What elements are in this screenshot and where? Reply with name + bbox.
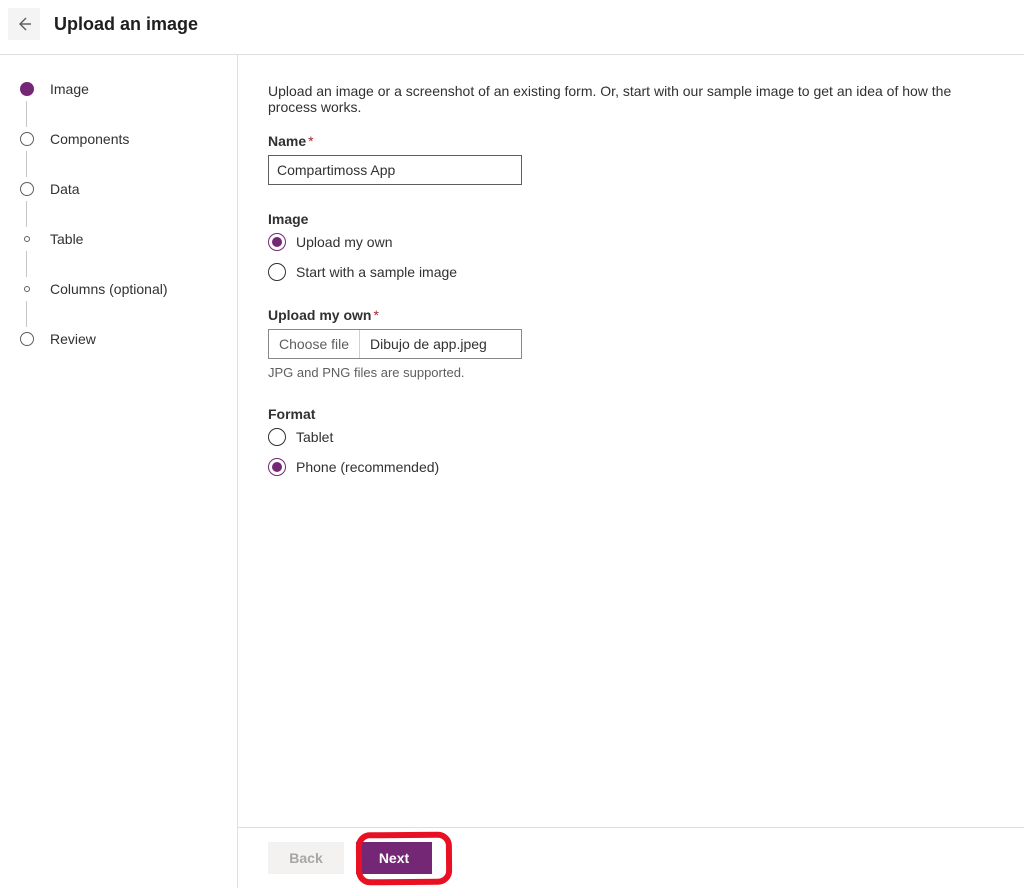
step-marker-icon xyxy=(20,132,34,146)
radio-tablet[interactable]: Tablet xyxy=(268,428,994,446)
page-header: Upload an image xyxy=(0,0,1024,55)
format-section: Format Tablet Phone (recommended) xyxy=(268,406,994,476)
file-picker[interactable]: Choose file Dibujo de app.jpeg xyxy=(268,329,522,359)
radio-label: Start with a sample image xyxy=(296,264,457,280)
name-label-text: Name xyxy=(268,133,306,149)
name-label: Name* xyxy=(268,133,994,149)
radio-phone[interactable]: Phone (recommended) xyxy=(268,458,994,476)
step-marker-icon xyxy=(24,236,30,242)
step-connector xyxy=(26,101,27,127)
upload-label: Upload my own* xyxy=(268,307,994,323)
image-section: Image Upload my own Start with a sample … xyxy=(268,211,994,281)
step-connector xyxy=(26,151,27,177)
step-connector xyxy=(26,251,27,277)
upload-helper-text: JPG and PNG files are supported. xyxy=(268,365,994,380)
wizard-steps: Image Components Data Table Columns (opt… xyxy=(0,55,238,888)
radio-upload-own[interactable]: Upload my own xyxy=(268,233,994,251)
required-marker: * xyxy=(373,307,378,323)
step-marker-icon xyxy=(20,82,34,96)
step-connector xyxy=(26,201,27,227)
step-label: Data xyxy=(50,181,80,197)
upload-section: Upload my own* Choose file Dibujo de app… xyxy=(268,307,994,380)
radio-icon xyxy=(268,263,286,281)
back-button[interactable]: Back xyxy=(268,842,344,874)
step-marker-icon xyxy=(20,182,34,196)
radio-label: Upload my own xyxy=(296,234,393,250)
radio-icon xyxy=(268,233,286,251)
step-marker-icon xyxy=(24,286,30,292)
next-button[interactable]: Next xyxy=(356,842,432,874)
page-body: Image Components Data Table Columns (opt… xyxy=(0,55,1024,888)
intro-text: Upload an image or a screenshot of an ex… xyxy=(268,83,994,115)
selected-file-name: Dibujo de app.jpeg xyxy=(360,330,497,358)
radio-label: Phone (recommended) xyxy=(296,459,439,475)
name-section: Name* xyxy=(268,133,994,185)
step-label: Columns (optional) xyxy=(50,281,168,297)
radio-icon xyxy=(268,428,286,446)
step-marker-icon xyxy=(20,332,34,346)
step-image[interactable]: Image xyxy=(20,81,237,97)
choose-file-button[interactable]: Choose file xyxy=(269,330,360,358)
upload-label-text: Upload my own xyxy=(268,307,371,323)
step-components[interactable]: Components xyxy=(20,131,237,147)
step-connector xyxy=(26,301,27,327)
step-data[interactable]: Data xyxy=(20,181,237,197)
radio-label: Tablet xyxy=(296,429,333,445)
step-columns[interactable]: Columns (optional) xyxy=(20,281,237,297)
wizard-footer: Back Next xyxy=(238,827,1024,888)
back-icon-button[interactable] xyxy=(8,8,40,40)
page-title: Upload an image xyxy=(54,14,198,35)
step-label: Image xyxy=(50,81,89,97)
image-label: Image xyxy=(268,211,994,227)
step-table[interactable]: Table xyxy=(20,231,237,247)
required-marker: * xyxy=(308,133,313,149)
step-label: Table xyxy=(50,231,83,247)
step-review[interactable]: Review xyxy=(20,331,237,347)
radio-sample-image[interactable]: Start with a sample image xyxy=(268,263,994,281)
step-label: Review xyxy=(50,331,96,347)
radio-icon xyxy=(268,458,286,476)
format-label: Format xyxy=(268,406,994,422)
step-label: Components xyxy=(50,131,129,147)
form-content: Upload an image or a screenshot of an ex… xyxy=(238,55,1024,827)
name-input[interactable] xyxy=(268,155,522,185)
main-panel: Upload an image or a screenshot of an ex… xyxy=(238,55,1024,888)
arrow-left-icon xyxy=(16,16,32,32)
